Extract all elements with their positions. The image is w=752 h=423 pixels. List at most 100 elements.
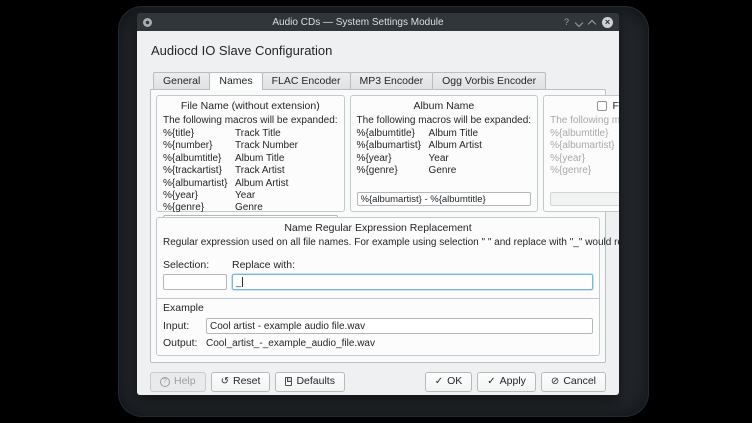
macro-name: %{trackartist} (163, 165, 235, 177)
macro-row: %{albumtitle}Album Title (163, 153, 338, 165)
apply-check-icon: ✓ (487, 377, 495, 387)
album-name-intro: The following macros will be expanded: (357, 115, 532, 127)
macro-name: %{albumtitle} (550, 128, 619, 140)
example-output-value: Cool_artist_-_example_audio_file.wav (206, 338, 375, 349)
macro-name: %{albumartist} (163, 178, 235, 190)
macro-name: %{genre} (357, 165, 429, 177)
apply-button[interactable]: ✓ Apply (477, 372, 536, 392)
replace-with-label: Replace with: (232, 259, 295, 271)
album-name-group-title: Album Name (357, 100, 532, 112)
macro-row: %{genre}Genre (163, 202, 338, 214)
defaults-icon (285, 377, 292, 386)
apply-button-label: Apply (500, 375, 526, 388)
tab-bar: General Names FLAC Encoder MP3 Encoder O… (150, 72, 606, 89)
replace-with-value: _ (236, 277, 241, 288)
cancel-icon: ⊘ (551, 377, 559, 387)
files-location-group-title: Files Location (550, 100, 619, 112)
example-input-row: Input: (163, 318, 593, 334)
example-output-row: Output: Cool_artist_-_example_audio_file… (163, 337, 593, 349)
example-input-label: Input: (163, 320, 206, 332)
ok-button-label: OK (447, 375, 462, 388)
macro-desc: Track Artist (235, 165, 338, 177)
macro-name: %{year} (163, 190, 235, 202)
reset-button-label: Reset (233, 375, 260, 388)
macro-row: %{number}Track Number (163, 140, 338, 152)
maximize-icon[interactable] (589, 18, 595, 24)
help-button: ? Help (150, 372, 206, 392)
help-button-label: Help (174, 375, 196, 388)
macro-name: %{albumartist} (550, 140, 619, 152)
example-input-field[interactable] (206, 318, 593, 334)
macro-name: %{albumartist} (357, 140, 429, 152)
reset-button[interactable]: ↺ Reset (211, 372, 271, 392)
shade-down-icon[interactable] (576, 18, 582, 24)
help-icon: ? (160, 377, 170, 387)
file-name-group: File Name (without extension) The follow… (156, 95, 345, 212)
ok-button[interactable]: ✓ OK (425, 372, 473, 392)
regex-fields-row: _ (163, 274, 593, 290)
settings-window: Audio CDs — System Settings Module ? × A… (137, 13, 619, 395)
page-title: Audiocd IO Slave Configuration (151, 43, 606, 58)
text-caret (242, 277, 243, 287)
regex-replacement-group: Name Regular Expression Replacement Regu… (156, 217, 600, 356)
macro-desc: Track Title (235, 128, 338, 140)
files-location-intro: The following macros will be expanded: (550, 115, 619, 127)
names-tab-pane: File Name (without extension) The follow… (150, 89, 606, 363)
macro-desc: Year (429, 153, 532, 165)
monitor-frame: Audio CDs — System Settings Module ? × A… (118, 6, 649, 417)
file-name-group-title: File Name (without extension) (163, 100, 338, 112)
macro-name: %{albumtitle} (357, 128, 429, 140)
macro-row: %{albumtitle}Album Title (357, 128, 532, 140)
audio-cd-icon (143, 18, 152, 27)
ok-check-icon: ✓ (435, 377, 443, 387)
macro-desc: Genre (429, 165, 532, 177)
macro-row: %{albumartist}Album Artist (163, 178, 338, 190)
files-location-checkbox[interactable] (597, 101, 607, 111)
macro-name: %{genre} (550, 165, 619, 177)
defaults-button-label: Defaults (296, 375, 335, 388)
dialog-button-row: ? Help ↺ Reset Defaults ✓ OK ✓ (150, 372, 606, 392)
macro-desc: Album Artist (235, 178, 338, 190)
tab-general[interactable]: General (153, 72, 210, 89)
window-title: Audio CDs — System Settings Module (156, 17, 560, 28)
macro-desc: Album Artist (429, 140, 532, 152)
titlebar[interactable]: Audio CDs — System Settings Module ? × (137, 13, 619, 31)
macro-name: %{genre} (163, 202, 235, 214)
macro-row: %{albumartist}Album Artist (357, 140, 532, 152)
regex-description: Regular expression used on all file name… (163, 237, 593, 249)
tab-names[interactable]: Names (209, 72, 262, 90)
close-icon[interactable]: × (602, 17, 613, 28)
album-name-pattern-input[interactable] (357, 192, 532, 206)
files-location-group: Files Location The following macros will… (543, 95, 619, 212)
cancel-button[interactable]: ⊘ Cancel (541, 372, 606, 392)
example-frame: Example Input: Output: Cool_artist_-_exa… (157, 298, 599, 355)
regex-top: Name Regular Expression Replacement Regu… (157, 218, 599, 298)
macro-desc: Genre (235, 202, 338, 214)
macro-row: %{title}Track Title (163, 128, 338, 140)
macro-row: %{year}Year (163, 190, 338, 202)
files-location-pattern-input (550, 192, 619, 206)
macro-row: %{albumartist}Album Artist (550, 140, 619, 152)
defaults-button[interactable]: Defaults (275, 372, 345, 392)
replace-with-input[interactable]: _ (232, 274, 593, 290)
macro-desc: Album Title (429, 128, 532, 140)
macro-name: %{year} (550, 153, 619, 165)
window-content: Audiocd IO Slave Configuration General N… (137, 31, 619, 395)
titlebar-help-icon[interactable]: ? (564, 17, 569, 27)
example-title: Example (163, 302, 593, 314)
file-name-intro: The following macros will be expanded: (163, 115, 338, 127)
tab-mp3-encoder[interactable]: MP3 Encoder (350, 72, 434, 89)
selection-input[interactable] (163, 274, 227, 290)
macro-groups-row: File Name (without extension) The follow… (156, 95, 600, 212)
regex-field-labels: Selection: Replace with: (163, 259, 593, 271)
album-name-group: Album Name The following macros will be … (350, 95, 539, 212)
tab-ogg-vorbis-encoder[interactable]: Ogg Vorbis Encoder (432, 72, 546, 89)
macro-name: %{albumtitle} (163, 153, 235, 165)
example-output-label: Output: (163, 337, 206, 349)
macro-name: %{year} (357, 153, 429, 165)
macro-row: %{trackartist}Track Artist (163, 165, 338, 177)
macro-row: %{year}Year (550, 153, 619, 165)
macro-row: %{albumtitle}Album Title (550, 128, 619, 140)
macro-desc: Year (235, 190, 338, 202)
tab-flac-encoder[interactable]: FLAC Encoder (262, 72, 351, 89)
